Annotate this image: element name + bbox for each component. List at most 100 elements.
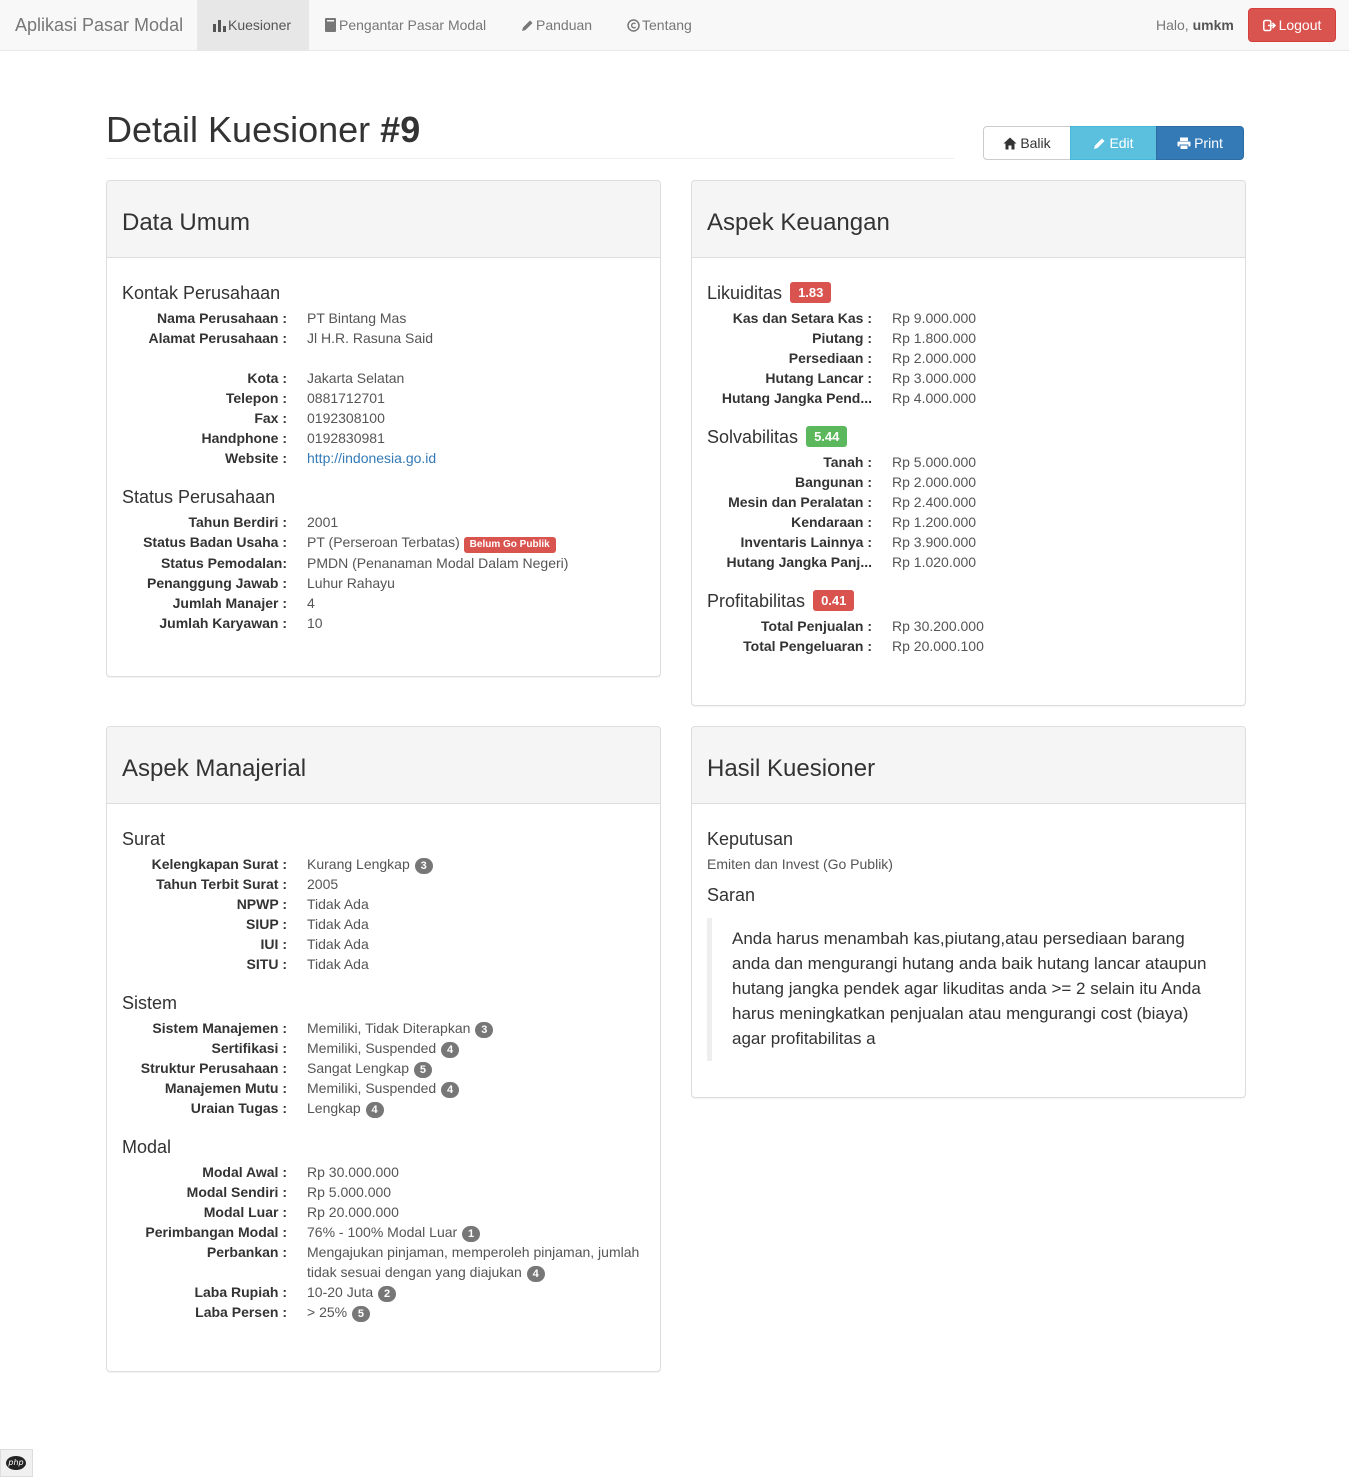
panel-aspek-manajerial: Aspek Manajerial Surat Kelengkapan Surat… bbox=[106, 726, 661, 1372]
keputusan-text: Emiten dan Invest (Go Publik) bbox=[707, 856, 893, 872]
username: umkm bbox=[1192, 17, 1234, 33]
likuiditas-list: Kas dan Setara Kas : Rp 9.000.000 Piutang… bbox=[707, 308, 1230, 408]
detail-row: Uraian Tugas : Lengkap 4 bbox=[122, 1098, 645, 1118]
home-icon bbox=[1003, 137, 1017, 150]
section-title: Keputusan bbox=[707, 829, 794, 849]
logout-button[interactable]: Logout bbox=[1248, 8, 1336, 42]
detail-row: Persediaan : Rp 2.000.000 bbox=[788, 350, 977, 366]
detail-row: Tahun Berdiri :2001 bbox=[188, 514, 339, 530]
nav-kuesioner-label: Kuesioner bbox=[228, 17, 292, 33]
section-title: Modal bbox=[122, 1137, 172, 1157]
bar-chart-icon bbox=[213, 20, 226, 32]
detail-row: Website : http://indonesia.go.id bbox=[225, 450, 437, 466]
user-greeting: Halo, umkm bbox=[1156, 17, 1234, 33]
score-badge: 4 bbox=[441, 1042, 460, 1058]
detail-row: Total Pengeluaran : Rp 20.000.100 bbox=[743, 638, 984, 654]
back-button[interactable]: Balik bbox=[983, 126, 1071, 160]
php-debug-badge[interactable]: php bbox=[0, 1449, 33, 1477]
section-title: Sistem bbox=[122, 993, 178, 1013]
score-label: 0.41 bbox=[813, 590, 855, 611]
score-badge: 4 bbox=[365, 1102, 384, 1118]
edit-label: Edit bbox=[1109, 135, 1134, 151]
detail-row: Struktur Perusahaan : Sangat Lengkap 5 bbox=[122, 1058, 645, 1078]
nav-panduan[interactable]: Panduan bbox=[505, 0, 608, 50]
detail-row: Kota : Jakarta Selatan bbox=[247, 370, 405, 386]
title-divider bbox=[106, 158, 954, 159]
copyright-icon bbox=[627, 19, 640, 32]
logout-label: Logout bbox=[1278, 17, 1322, 33]
detail-row: Modal Awal : Rp 30.000.000 bbox=[202, 1164, 399, 1180]
detail-row: IUI : Tidak Ada bbox=[260, 936, 369, 952]
score-badge: 5 bbox=[351, 1306, 370, 1322]
score-badge: 4 bbox=[441, 1082, 460, 1098]
detail-row: Sistem Manajemen : Memiliki, Tidak Ditera… bbox=[122, 1018, 645, 1038]
detail-row: NPWP : Tidak Ada bbox=[236, 896, 369, 912]
detail-row: Laba Rupiah :10-20 Juta 2 bbox=[122, 1282, 645, 1302]
action-button-group: Balik Edit Print bbox=[983, 126, 1244, 160]
panel-title: Aspek Manajerial bbox=[122, 755, 307, 782]
print-button[interactable]: Print bbox=[1156, 126, 1244, 160]
detail-row: Status Badan Usaha : PT (Perseroan Terbat… bbox=[122, 532, 645, 553]
detail-row: Kendaraan : Rp 1.200.000 bbox=[791, 514, 977, 530]
section-title: Solvabilitas 5.44 bbox=[707, 424, 1230, 450]
panel-title: Aspek Keuangan bbox=[707, 209, 890, 236]
detail-row: Modal Sendiri : Rp 5.000.000 bbox=[186, 1184, 392, 1200]
detail-row: Laba Persen : > 25% 5 bbox=[122, 1302, 645, 1322]
detail-row: Inventaris Lainnya : Rp 3.900.000 bbox=[740, 534, 977, 550]
section-title: Surat bbox=[122, 829, 166, 849]
php-logo-icon: php bbox=[6, 1456, 26, 1470]
detail-row: Piutang : Rp 1.800.000 bbox=[812, 330, 977, 346]
website-link[interactable]: http://indonesia.go.id bbox=[307, 450, 436, 466]
detail-row: Tanah : Rp 5.000.000 bbox=[823, 454, 977, 470]
detail-row: Nama Perusahaan : PT Bintang Mas bbox=[157, 310, 407, 326]
detail-row: Mesin dan Peralatan : Rp 2.400.000 bbox=[728, 494, 977, 510]
back-label: Balik bbox=[1020, 135, 1051, 151]
panel-aspek-keuangan: Aspek Keuangan Likuiditas 1.83 Kas dan S… bbox=[691, 180, 1246, 706]
detail-row: Bangunan : Rp 2.000.000 bbox=[795, 474, 977, 490]
detail-row: Telepon :0881712701 bbox=[225, 390, 385, 406]
page-title: Detail Kuesioner #9 bbox=[106, 109, 421, 150]
score-badge: 2 bbox=[378, 1286, 397, 1302]
status-label: Belum Go Publik bbox=[463, 537, 556, 553]
top-navbar: Aplikasi Pasar Modal Kuesioner Pengantar… bbox=[0, 0, 1349, 51]
detail-row: Hutang Jangka Panj... Rp 1.020.000 bbox=[726, 554, 977, 570]
detail-row: Penanggung Jawab : Luhur Rahayu bbox=[146, 575, 395, 591]
score-badge: 1 bbox=[462, 1226, 481, 1242]
detail-row: Hutang Lancar : Rp 3.000.000 bbox=[765, 370, 977, 386]
nav-tentang[interactable]: Tentang bbox=[611, 0, 708, 50]
section-title: Status Perusahaan bbox=[122, 487, 276, 507]
detail-row: Perimbangan Modal :76% - 100% Modal Luar… bbox=[122, 1222, 645, 1242]
detail-row: SIUP : Tidak Ada bbox=[246, 916, 369, 932]
print-icon bbox=[1177, 137, 1191, 150]
detail-row: Fax :0192308100 bbox=[254, 410, 385, 426]
score-badge: 3 bbox=[475, 1022, 494, 1038]
detail-row: Jumlah Manajer :4 bbox=[172, 595, 315, 611]
score-badge: 5 bbox=[413, 1062, 432, 1078]
nav-pengantar-label: Pengantar Pasar Modal bbox=[339, 17, 487, 33]
edit-button[interactable]: Edit bbox=[1070, 126, 1157, 160]
pencil-icon bbox=[522, 20, 533, 31]
nav-tentang-label: Tentang bbox=[642, 17, 692, 33]
logout-icon bbox=[1262, 19, 1276, 32]
detail-row: Hutang Jangka Pend... Rp 4.000.000 bbox=[721, 390, 977, 406]
brand-link[interactable]: Aplikasi Pasar Modal bbox=[15, 0, 183, 50]
nav-kuesioner[interactable]: Kuesioner bbox=[197, 0, 309, 50]
section-title: Saran bbox=[707, 885, 756, 905]
detail-row: Total Penjualan : Rp 30.200.000 bbox=[761, 618, 984, 634]
book-icon bbox=[325, 18, 336, 32]
detail-row: Kas dan Setara Kas : Rp 9.000.000 bbox=[732, 310, 977, 326]
nav-pengantar[interactable]: Pengantar Pasar Modal bbox=[309, 0, 502, 50]
pencil-icon bbox=[1094, 138, 1105, 149]
detail-row: Handphone :0192830981 bbox=[201, 430, 385, 446]
detail-row: Kelengkapan Surat : Kurang Lengkap 3 bbox=[122, 854, 645, 874]
score-label: 5.44 bbox=[806, 426, 848, 447]
kuesioner-number: #9 bbox=[380, 109, 421, 150]
print-label: Print bbox=[1194, 135, 1223, 151]
score-label: 1.83 bbox=[790, 282, 832, 303]
score-badge: 4 bbox=[526, 1266, 545, 1282]
section-title: Profitabilitas 0.41 bbox=[707, 588, 1230, 614]
section-title: Likuiditas 1.83 bbox=[707, 280, 1230, 306]
score-badge: 3 bbox=[414, 858, 433, 874]
panel-title: Hasil Kuesioner bbox=[707, 755, 876, 782]
detail-row: Tahun Terbit Surat :2005 bbox=[156, 876, 339, 892]
